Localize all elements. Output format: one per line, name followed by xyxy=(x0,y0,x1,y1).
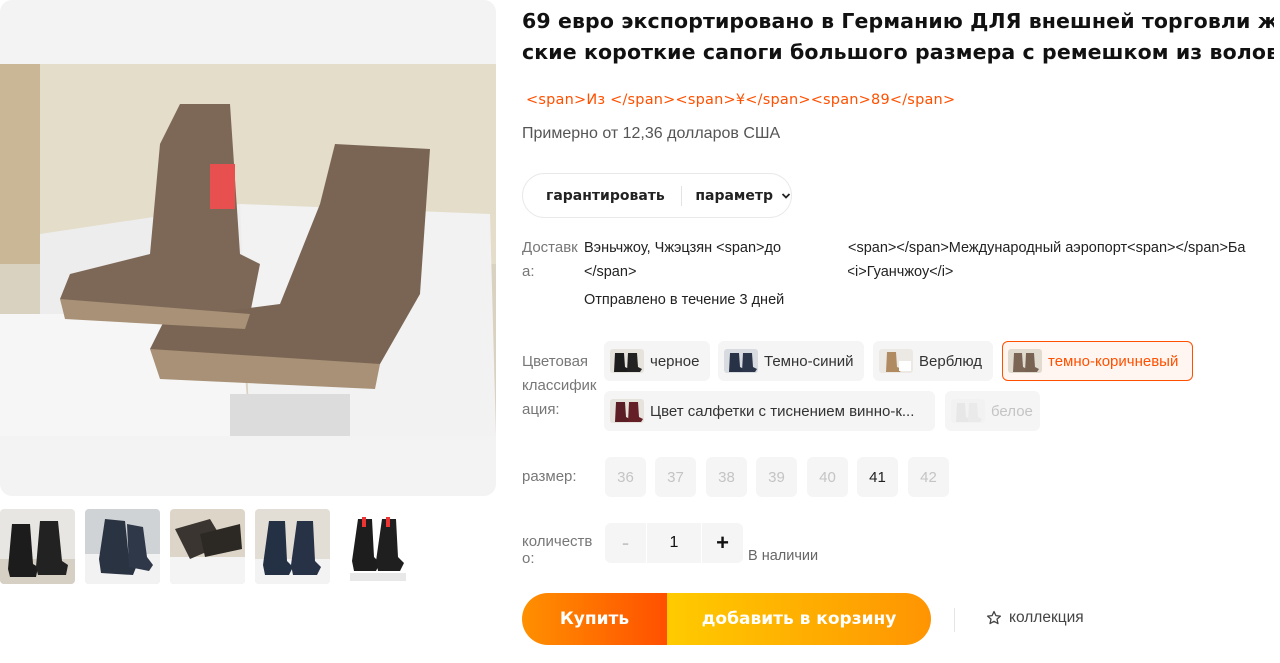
quantity-increment-button[interactable]: + xyxy=(702,523,743,563)
color-label: Цветовая классифик ация: xyxy=(522,353,597,418)
size-label: размер: xyxy=(522,468,577,485)
main-product-image-frame[interactable] xyxy=(0,0,496,496)
add-to-cart-button[interactable]: добавить в корзину xyxy=(667,593,931,645)
thumbnail-2[interactable] xyxy=(85,509,160,584)
shipping-to[interactable]: <span></span>Международный аэропорт<span… xyxy=(848,236,1280,284)
size-option-36: 36 xyxy=(605,457,646,497)
star-outline-icon xyxy=(986,610,1002,625)
thumbnail-3[interactable] xyxy=(170,509,245,584)
shipping-label: Доставк а: xyxy=(522,239,578,280)
buy-button[interactable]: Купить xyxy=(522,593,667,645)
collection-button[interactable]: коллекция xyxy=(986,609,1084,627)
price: <span>Из </span><span>¥</span><span>89</… xyxy=(526,92,956,108)
color-option-dark-brown[interactable]: темно-коричневый xyxy=(1002,341,1193,381)
quantity-decrement-button[interactable]: - xyxy=(605,523,646,563)
dispatch-time: Отправлено в течение 3 дней xyxy=(584,292,785,308)
thumbnail-1[interactable] xyxy=(0,509,75,584)
product-title: 69 евро экспортировано в Германию ДЛЯ вн… xyxy=(522,6,1274,68)
stock-status: В наличии xyxy=(748,548,819,564)
size-option-41[interactable]: 41 xyxy=(857,457,898,497)
size-option-37: 37 xyxy=(655,457,696,497)
size-option-40: 40 xyxy=(807,457,848,497)
color-option-white: белое xyxy=(945,391,1040,431)
color-option-black[interactable]: черное xyxy=(604,341,710,381)
params-label: параметр xyxy=(695,187,773,204)
color-thumb xyxy=(610,399,644,423)
product-title-line-2: ские короткие сапоги большого размера с … xyxy=(522,40,1274,64)
thumbnail-4[interactable] xyxy=(255,509,330,584)
color-thumb xyxy=(610,349,644,373)
color-thumb xyxy=(1008,349,1042,373)
collection-label: коллекция xyxy=(1009,609,1084,626)
action-divider xyxy=(954,608,955,632)
main-product-image xyxy=(0,64,496,436)
thumbnail-5[interactable] xyxy=(340,509,415,584)
params-button[interactable]: параметр xyxy=(681,188,791,204)
quantity-input[interactable]: 1 xyxy=(647,523,701,563)
price-approx-usd: Примерно от 12,36 долларов США xyxy=(522,125,781,142)
guarantee-button[interactable]: гарантировать xyxy=(523,188,665,204)
thumbnail-strip xyxy=(0,509,415,585)
color-thumb xyxy=(724,349,758,373)
size-option-42: 42 xyxy=(908,457,949,497)
color-option-camel[interactable]: Верблюд xyxy=(873,341,993,381)
product-page: 69 евро экспортировано в Германию ДЛЯ вн… xyxy=(0,0,1280,663)
shipping-from: Вэньчжоу, Чжэцзян <span>до </span> xyxy=(584,240,782,280)
quantity-label: количеств о: xyxy=(522,533,593,567)
color-thumb xyxy=(951,399,985,423)
size-option-39: 39 xyxy=(756,457,797,497)
size-option-38: 38 xyxy=(706,457,747,497)
color-option-wine-embossed[interactable]: Цвет салфетки с тиснением винно-к... xyxy=(604,391,935,431)
color-option-dark-blue[interactable]: Темно-синий xyxy=(718,341,864,381)
chevron-down-icon xyxy=(781,192,791,199)
product-title-line-1: 69 евро экспортировано в Германию ДЛЯ вн… xyxy=(522,9,1274,33)
service-pill: гарантировать параметр xyxy=(522,173,792,218)
color-thumb xyxy=(879,349,913,373)
